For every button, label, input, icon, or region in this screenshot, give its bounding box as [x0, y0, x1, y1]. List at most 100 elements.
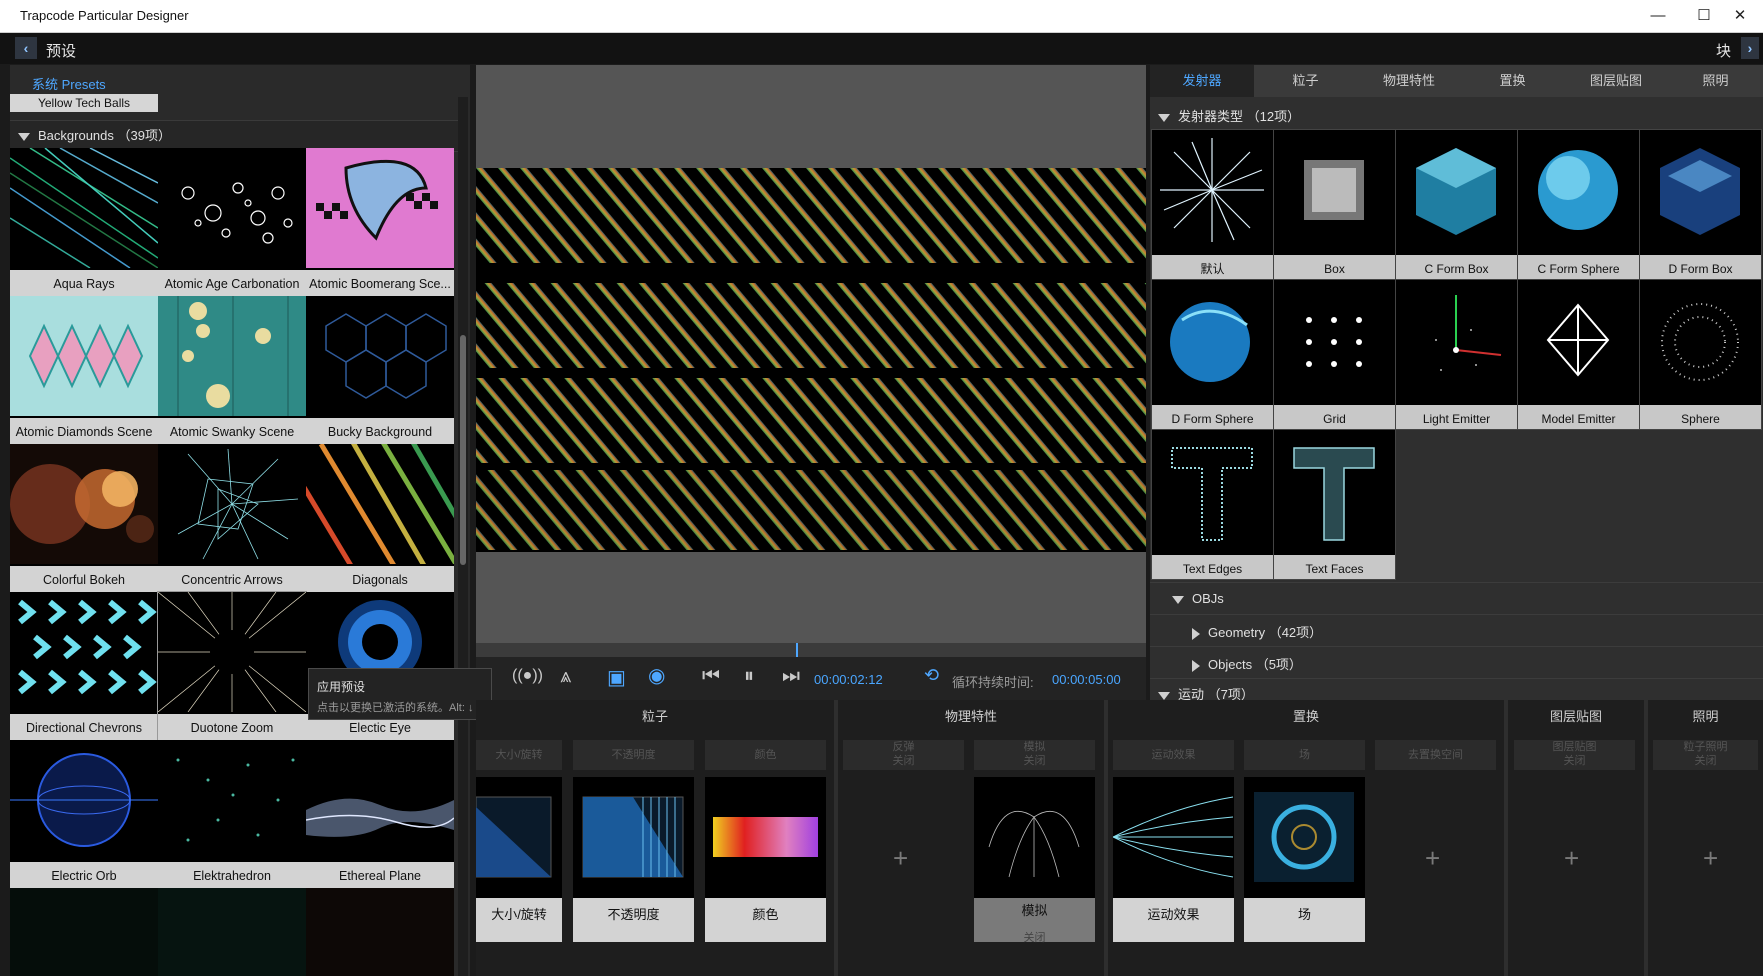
color-toggle[interactable]: 颜色 [705, 740, 826, 770]
preset-concentric-arrows[interactable]: Concentric Arrows [158, 444, 306, 592]
timeline-scrubber[interactable] [476, 643, 1146, 657]
eye-icon[interactable]: ◉ [648, 663, 665, 688]
blocks-label: 块 [1716, 43, 1732, 60]
preset-directional-chevrons[interactable]: Directional Chevrons [10, 592, 158, 740]
transport-bar: ((●)) ⩓ ▣ ◉ ⏮ ⏸ ⏭ 00:00:02:12 ⟲ 循环持续时间: … [476, 657, 1146, 700]
preset-colorful-bokeh[interactable]: Colorful Bokeh [10, 444, 158, 592]
tab-particles[interactable]: 粒子 [1254, 65, 1358, 97]
bucky-background-thumbnail [306, 296, 454, 416]
preset-atomic-swanky-scene[interactable]: Atomic Swanky Scene [158, 296, 306, 444]
close-button[interactable]: ✕ [1717, 0, 1763, 32]
bounce-toggle[interactable]: 反弹 关闭 [843, 740, 964, 770]
tab-emitter[interactable]: 发射器 [1150, 65, 1255, 97]
preset-atomic-boomerang[interactable]: Atomic Boomerang Sce... [306, 148, 454, 296]
block-motion-effect[interactable]: 运动效果 [1112, 777, 1234, 942]
emitter-d-form-sphere[interactable]: D Form Sphere [1151, 279, 1274, 430]
emitter-light-emitter[interactable]: Light Emitter [1395, 279, 1518, 430]
motion-effect-thumbnail [1112, 796, 1234, 878]
emitter-box[interactable]: Box [1273, 129, 1396, 280]
record-icon[interactable]: ((●)) [512, 667, 543, 685]
card-label: 大小/旋转 [476, 898, 562, 942]
preset-label: Bucky Background [306, 418, 454, 444]
add-layer-map-plus-icon[interactable]: + [1564, 843, 1579, 874]
block-opacity[interactable]: 不透明度 [573, 777, 694, 942]
emitter-model-emitter[interactable]: Model Emitter [1517, 279, 1640, 430]
block-simulate[interactable]: 模拟 关闭 [974, 777, 1095, 944]
particle-lighting-toggle[interactable]: 粒子照明 关闭 [1653, 740, 1758, 770]
emitter-label: C Form Sphere [1518, 255, 1639, 279]
emitter-grid[interactable]: Grid [1273, 279, 1396, 430]
back-button[interactable]: ‹ [15, 37, 37, 59]
add-lighting-plus-icon[interactable]: + [1703, 843, 1718, 874]
pause-icon[interactable]: ⏸ [744, 665, 754, 688]
emitter-label: Text Edges [1152, 555, 1273, 579]
motion-count: （7项） [1207, 687, 1254, 700]
motion-effect-toggle[interactable]: 运动效果 [1113, 740, 1234, 770]
size-rotation-toggle[interactable]: 大小/旋转 [476, 740, 562, 770]
add-physics-plus-icon[interactable]: + [893, 843, 908, 874]
card-label: 模拟 关闭 [974, 898, 1095, 944]
geometry-group[interactable]: Geometry （42项） [1150, 614, 1763, 645]
preset-bucky-background[interactable]: Bucky Background [306, 296, 454, 444]
current-time: 00:00:02:12 [814, 672, 883, 687]
tab-layer-maps[interactable]: 图层贴图 [1564, 65, 1669, 97]
preset-partial-1[interactable] [10, 888, 158, 976]
motion-icon[interactable]: ⩓ [560, 665, 571, 688]
preset-ethereal-plane[interactable]: Ethereal Plane [306, 740, 454, 888]
preset-diagonals[interactable]: Diagonals [306, 444, 454, 592]
window-icon[interactable]: ▣ [607, 665, 626, 690]
loop-icon[interactable]: ⟲ [924, 665, 939, 686]
preview-canvas[interactable] [476, 168, 1146, 552]
electric-orb-thumbnail [10, 740, 158, 860]
skip-start-icon[interactable]: ⏮ [702, 665, 720, 688]
minimize-button[interactable]: — [1635, 0, 1681, 32]
emitter-type-header[interactable]: 发射器类型 （12项） [1158, 106, 1300, 125]
emitter-d-form-box[interactable]: D Form Box [1639, 129, 1762, 280]
block-size-rotation[interactable]: 大小/旋转 [475, 777, 562, 942]
emitter-c-form-box[interactable]: C Form Box [1395, 129, 1518, 280]
block-separator [1104, 700, 1108, 976]
objects-group[interactable]: Objects （5项） [1150, 646, 1763, 677]
tab-displace[interactable]: 置换 [1461, 65, 1565, 97]
opacity-toggle[interactable]: 不透明度 [573, 740, 694, 770]
emitter-sphere[interactable]: Sphere [1639, 279, 1762, 430]
tab-physics[interactable]: 物理特性 [1357, 65, 1462, 97]
colorful-bokeh-thumbnail [10, 444, 158, 564]
skip-end-icon[interactable]: ⏭ [782, 665, 800, 688]
loop-duration[interactable]: 00:00:05:00 [1052, 672, 1121, 687]
d-form-sphere-thumbnail [1170, 302, 1250, 382]
ethereal-plane-thumbnail [306, 740, 454, 860]
preset-partial-3[interactable] [306, 888, 454, 976]
simulate-toggle[interactable]: 模拟 关闭 [974, 740, 1095, 770]
add-displace-plus-icon[interactable]: + [1425, 843, 1440, 874]
preset-elektrahedron[interactable]: Elektrahedron [158, 740, 306, 888]
emitter-c-form-sphere[interactable]: C Form Sphere [1517, 129, 1640, 280]
preset-partial-2[interactable] [158, 888, 306, 976]
emitter-text-edges[interactable]: Text Edges [1151, 429, 1274, 580]
block-color[interactable]: 颜色 [705, 777, 826, 942]
playhead[interactable] [796, 643, 798, 657]
preset-duotone-zoom[interactable]: Duotone Zoom [157, 591, 307, 741]
displace-space-toggle[interactable]: 去置换空间 [1375, 740, 1496, 770]
preset-atomic-diamonds-scene[interactable]: Atomic Diamonds Scene [10, 296, 158, 444]
preset-yellow-tech-balls[interactable]: Yellow Tech Balls [10, 94, 158, 112]
field-toggle[interactable]: 场 [1244, 740, 1365, 770]
emitter-text-faces[interactable]: Text Faces [1273, 429, 1396, 580]
color-gradient [713, 817, 818, 857]
block-field[interactable]: 场 [1244, 777, 1365, 942]
emitter-default[interactable]: 默认 [1151, 129, 1274, 280]
preset-aqua-rays[interactable]: Aqua Rays [10, 148, 158, 296]
d-form-box-thumbnail [1660, 148, 1740, 235]
objs-group[interactable]: OBJs [1150, 582, 1763, 613]
field-thumbnail [1254, 792, 1354, 882]
preset-atomic-age-carbonation[interactable]: Atomic Age Carbonation [158, 148, 306, 296]
elektrahedron-thumbnail [158, 740, 306, 860]
tab-lighting[interactable]: 照明 [1668, 65, 1763, 97]
sphere-thumbnail [1661, 303, 1739, 381]
presets-scroll-thumb[interactable] [460, 335, 466, 565]
preset-electric-orb[interactable]: Electric Orb [10, 740, 158, 888]
forward-button[interactable]: › [1741, 37, 1759, 59]
motion-group[interactable]: 运动 （7项） [1150, 678, 1763, 700]
objs-label: OBJs [1192, 591, 1224, 606]
layer-map-toggle[interactable]: 图层贴图 关闭 [1514, 740, 1635, 770]
